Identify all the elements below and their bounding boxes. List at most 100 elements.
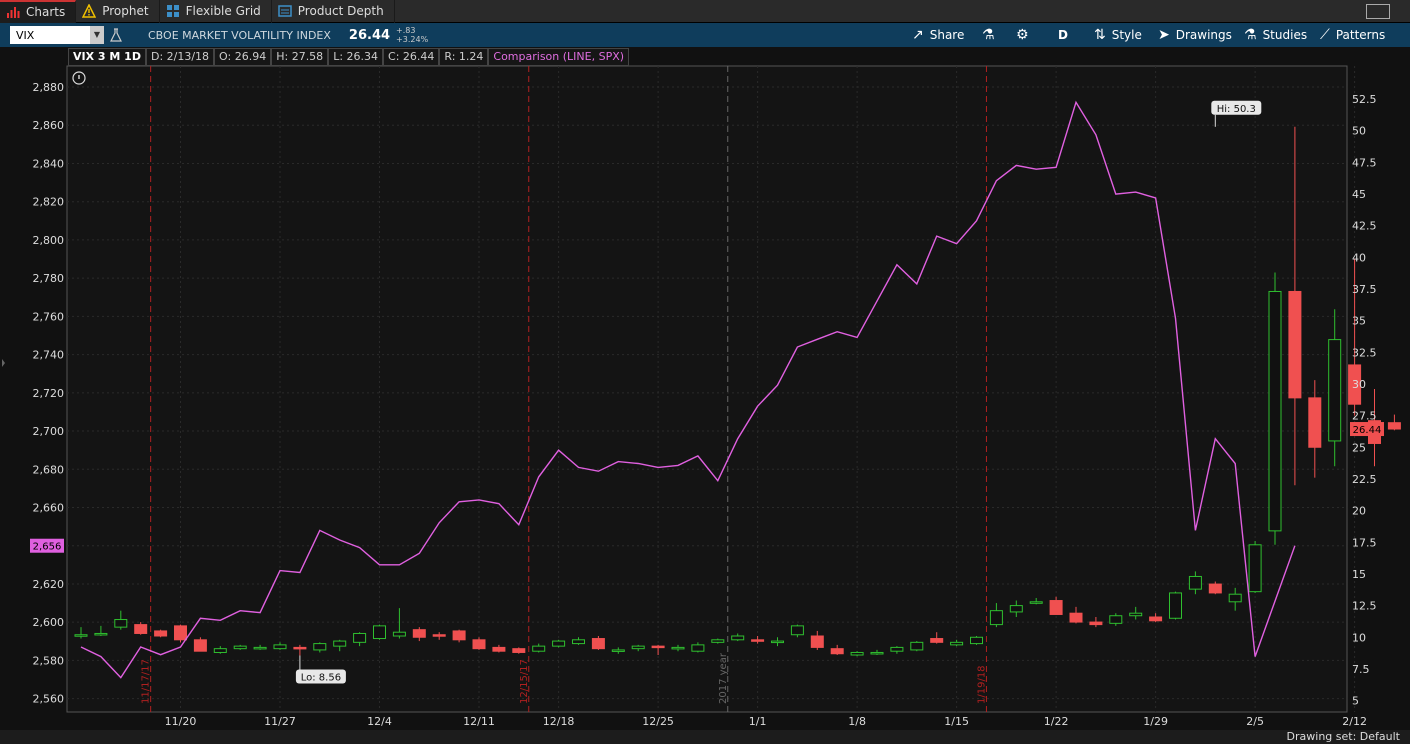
candle-body: [631, 645, 645, 650]
candle-body: [1268, 290, 1282, 532]
tab-prophet[interactable]: Prophet: [76, 0, 160, 23]
candle-body: [74, 634, 88, 637]
candle: [1268, 272, 1282, 545]
studies-label: Studies: [1262, 28, 1308, 42]
x-axis-tick: 1/8: [848, 715, 866, 728]
candle-body: [293, 646, 307, 650]
grid-icon: [166, 5, 179, 17]
info-high: H: 27.58: [271, 48, 329, 66]
candle-body: [950, 641, 964, 646]
event-marker-label: 2017 year: [718, 652, 729, 704]
x-axis-tick: 1/15: [944, 715, 969, 728]
plot-area: [66, 65, 1348, 713]
candle-body: [1149, 616, 1163, 622]
left-axis-tick: 2,880: [33, 81, 65, 94]
candle-body: [94, 632, 108, 636]
candle-body: [134, 624, 148, 634]
beaker-button[interactable]: ⚗: [982, 23, 1001, 47]
candle-body: [154, 630, 168, 637]
chart-title: VIX 3 M 1D: [68, 48, 146, 66]
left-axis-tick: 2,620: [33, 578, 65, 591]
candle-body: [611, 649, 625, 652]
info-close: C: 26.44: [383, 48, 440, 66]
tab-label: Prophet: [102, 4, 149, 18]
candle-body: [114, 619, 128, 628]
candle: [193, 637, 207, 652]
chevron-down-icon[interactable]: ▼: [90, 26, 104, 44]
tab-flexible-grid[interactable]: Flexible Grid: [160, 0, 272, 23]
candle: [373, 624, 386, 640]
candle-body: [1248, 544, 1262, 593]
right-axis-tick: 52.5: [1352, 93, 1377, 106]
candle: [1248, 541, 1262, 593]
share-icon: ↗: [912, 27, 924, 43]
window-restore-icon[interactable]: [1366, 4, 1390, 19]
candle-body: [1169, 592, 1182, 619]
candle-body: [1009, 605, 1023, 613]
price-chart[interactable]: 11/17/17 12/15/17 2017 year 1/19/18 2,560 2,5…: [0, 47, 1410, 730]
tab-label: Flexible Grid: [185, 4, 261, 18]
right-axis-tick: 20: [1352, 505, 1366, 518]
candle-body: [989, 610, 1003, 626]
candle: [174, 624, 187, 643]
right-axis-tick: 22.5: [1352, 473, 1377, 486]
tab-charts[interactable]: Charts: [0, 0, 77, 23]
candle-body: [731, 635, 745, 641]
style-icon: ⇅: [1094, 27, 1106, 43]
candle-body: [910, 641, 924, 651]
share-label: Share: [929, 28, 965, 42]
x-axis-tick: 12/25: [642, 715, 674, 728]
x-axis-tick: 1/29: [1143, 715, 1168, 728]
candle-body: [1049, 600, 1063, 615]
candle-body: [412, 629, 426, 638]
chart-info-bar: VIX 3 M 1D D: 2/13/18 O: 26.94 H: 27.58 …: [68, 48, 630, 66]
candle-body: [850, 651, 864, 656]
candle: [512, 647, 526, 654]
aggregation-button[interactable]: D: [1058, 23, 1068, 47]
patterns-button[interactable]: ⟋ Patterns: [1320, 23, 1385, 47]
status-bar: Drawing set: Default: [0, 730, 1410, 744]
style-button[interactable]: ⇅ Style: [1094, 23, 1142, 47]
candle-body: [233, 645, 247, 650]
candle-body: [1109, 615, 1123, 624]
right-axis-tick: 32.5: [1352, 346, 1377, 359]
candle-body: [193, 639, 207, 652]
flask-icon[interactable]: [110, 28, 122, 42]
settings-button[interactable]: ⚙: [1016, 23, 1035, 47]
candle-body: [333, 640, 347, 647]
comparison-label[interactable]: Comparison (LINE, SPX): [488, 48, 630, 66]
left-axis-tick: 2,860: [33, 119, 65, 132]
gear-icon: ⚙: [1016, 27, 1029, 43]
studies-button[interactable]: ⚗ Studies: [1244, 23, 1307, 47]
candle-body: [1387, 422, 1401, 430]
candle: [970, 636, 983, 645]
info-low: L: 26.34: [328, 48, 384, 66]
drawings-button[interactable]: ➤ Drawings: [1158, 23, 1232, 47]
candle-body: [970, 636, 983, 645]
candle-body: [313, 643, 327, 651]
symbol-input[interactable]: VIX ▼: [10, 26, 104, 44]
left-axis-tick: 2,840: [33, 157, 65, 170]
x-axis-tick: 1/1: [749, 715, 767, 728]
x-axis-tick: 2/5: [1246, 715, 1264, 728]
low-callout: Lo: 8.56: [301, 673, 341, 684]
right-axis-tick: 17.5: [1352, 536, 1377, 549]
candle-body: [790, 625, 804, 636]
left-axis-tick: 2,580: [33, 654, 65, 667]
tab-product-depth[interactable]: Product Depth: [272, 0, 395, 23]
share-button[interactable]: ↗ Share: [912, 23, 964, 47]
right-axis-tick: 5: [1352, 695, 1359, 708]
candle-body: [890, 646, 904, 652]
candle-body: [671, 646, 685, 650]
event-marker-label: 12/15/17: [519, 659, 530, 704]
drawing-set-label[interactable]: Drawing set: Default: [1287, 730, 1400, 743]
left-axis-tick: 2,600: [33, 616, 65, 629]
right-axis-tick: 27.5: [1352, 410, 1377, 423]
candle-body: [751, 639, 765, 642]
candle-body: [711, 639, 725, 643]
left-axis-tick: 2,820: [33, 196, 65, 209]
candle-body: [392, 631, 406, 637]
x-axis-tick: 1/22: [1044, 715, 1069, 728]
right-axis-tick: 42.5: [1352, 220, 1377, 233]
high-callout: Hi: 50.3: [1217, 104, 1256, 115]
